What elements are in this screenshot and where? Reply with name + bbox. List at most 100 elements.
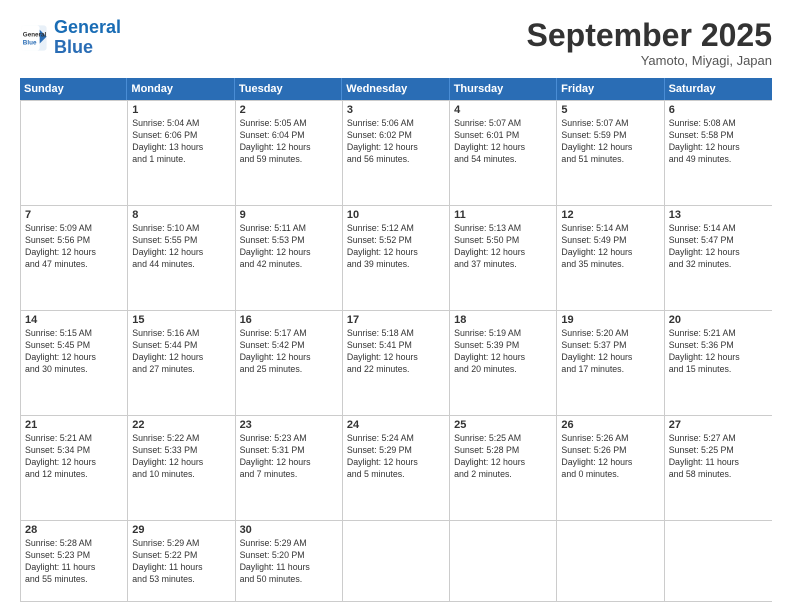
day-number: 27 xyxy=(669,419,768,431)
calendar: Sunday Monday Tuesday Wednesday Thursday… xyxy=(20,78,772,602)
day-info: Sunrise: 5:28 AM Sunset: 5:23 PM Dayligh… xyxy=(25,538,123,586)
day-number: 28 xyxy=(25,524,123,536)
calendar-cell-r4c7: 27 Sunrise: 5:27 AM Sunset: 5:25 PM Dayli… xyxy=(665,416,772,520)
day-info: Sunrise: 5:09 AM Sunset: 5:56 PM Dayligh… xyxy=(25,223,123,271)
day-info: Sunrise: 5:07 AM Sunset: 6:01 PM Dayligh… xyxy=(454,118,552,166)
day-number: 14 xyxy=(25,314,123,326)
day-number: 19 xyxy=(561,314,659,326)
day-number: 26 xyxy=(561,419,659,431)
calendar-cell-r4c5: 25 Sunrise: 5:25 AM Sunset: 5:28 PM Dayli… xyxy=(450,416,557,520)
day-number: 20 xyxy=(669,314,768,326)
calendar-row-5: 28 Sunrise: 5:28 AM Sunset: 5:23 PM Dayli… xyxy=(21,520,772,601)
day-number: 13 xyxy=(669,209,768,221)
calendar-cell-r5c7 xyxy=(665,521,772,601)
calendar-cell-r4c3: 23Sunrise: 5:23 AM Sunset: 5:31 PM Dayli… xyxy=(236,416,343,520)
day-info: Sunrise: 5:27 AM Sunset: 5:25 PM Dayligh… xyxy=(669,433,768,481)
calendar-cell-r2c1: 7 Sunrise: 5:09 AM Sunset: 5:56 PM Daylig… xyxy=(21,206,128,310)
day-info: Sunrise: 5:06 AM Sunset: 6:02 PM Dayligh… xyxy=(347,118,445,166)
day-info: Sunrise: 5:13 AM Sunset: 5:50 PM Dayligh… xyxy=(454,223,552,271)
calendar-cell-r2c2: 8 Sunrise: 5:10 AM Sunset: 5:55 PM Daylig… xyxy=(128,206,235,310)
calendar-cell-r4c1: 21 Sunrise: 5:21 AM Sunset: 5:34 PM Dayli… xyxy=(21,416,128,520)
header-wednesday: Wednesday xyxy=(342,78,449,100)
calendar-cell-r1c6: 5 Sunrise: 5:07 AM Sunset: 5:59 PM Daylig… xyxy=(557,101,664,205)
day-number: 3 xyxy=(347,104,445,116)
calendar-cell-r1c2: 1Sunrise: 5:04 AM Sunset: 6:06 PM Daylig… xyxy=(128,101,235,205)
calendar-cell-r3c3: 16 Sunrise: 5:17 AM Sunset: 5:42 PM Dayli… xyxy=(236,311,343,415)
calendar-row-3: 14 Sunrise: 5:15 AM Sunset: 5:45 PM Dayli… xyxy=(21,310,772,415)
calendar-cell-r3c6: 19 Sunrise: 5:20 AM Sunset: 5:37 PM Dayli… xyxy=(557,311,664,415)
day-info: Sunrise: 5:17 AM Sunset: 5:42 PM Dayligh… xyxy=(240,328,338,376)
day-info: Sunrise: 5:05 AM Sunset: 6:04 PM Dayligh… xyxy=(240,118,338,166)
svg-text:Blue: Blue xyxy=(23,39,37,46)
calendar-body: 1Sunrise: 5:04 AM Sunset: 6:06 PM Daylig… xyxy=(20,100,772,602)
location: Yamoto, Miyagi, Japan xyxy=(527,53,772,68)
logo-line2: Blue xyxy=(54,37,93,57)
day-info: Sunrise: 5:24 AM Sunset: 5:29 PM Dayligh… xyxy=(347,433,445,481)
day-info: Sunrise: 5:21 AM Sunset: 5:34 PM Dayligh… xyxy=(25,433,123,481)
day-info: Sunrise: 5:08 AM Sunset: 5:58 PM Dayligh… xyxy=(669,118,768,166)
header-friday: Friday xyxy=(557,78,664,100)
calendar-cell-r4c6: 26 Sunrise: 5:26 AM Sunset: 5:26 PM Dayli… xyxy=(557,416,664,520)
header-monday: Monday xyxy=(127,78,234,100)
day-info: Sunrise: 5:04 AM Sunset: 6:06 PM Dayligh… xyxy=(132,118,230,166)
day-number: 24 xyxy=(347,419,445,431)
calendar-row-1: 1Sunrise: 5:04 AM Sunset: 6:06 PM Daylig… xyxy=(21,100,772,205)
day-number: 5 xyxy=(561,104,659,116)
day-number: 11 xyxy=(454,209,552,221)
day-number: 7 xyxy=(25,209,123,221)
day-info: Sunrise: 5:29 AM Sunset: 5:22 PM Dayligh… xyxy=(132,538,230,586)
day-number: 8 xyxy=(132,209,230,221)
calendar-cell-r2c5: 11 Sunrise: 5:13 AM Sunset: 5:50 PM Dayli… xyxy=(450,206,557,310)
title-block: September 2025 Yamoto, Miyagi, Japan xyxy=(527,18,772,68)
calendar-cell-r3c2: 15 Sunrise: 5:16 AM Sunset: 5:44 PM Dayli… xyxy=(128,311,235,415)
calendar-cell-r2c6: 12Sunrise: 5:14 AM Sunset: 5:49 PM Dayli… xyxy=(557,206,664,310)
calendar-cell-r5c1: 28 Sunrise: 5:28 AM Sunset: 5:23 PM Dayli… xyxy=(21,521,128,601)
calendar-cell-r3c4: 17Sunrise: 5:18 AM Sunset: 5:41 PM Dayli… xyxy=(343,311,450,415)
calendar-cell-r3c5: 18Sunrise: 5:19 AM Sunset: 5:39 PM Dayli… xyxy=(450,311,557,415)
calendar-cell-r5c4 xyxy=(343,521,450,601)
header-tuesday: Tuesday xyxy=(235,78,342,100)
day-number: 12 xyxy=(561,209,659,221)
day-number: 29 xyxy=(132,524,230,536)
day-info: Sunrise: 5:23 AM Sunset: 5:31 PM Dayligh… xyxy=(240,433,338,481)
calendar-cell-r1c5: 4 Sunrise: 5:07 AM Sunset: 6:01 PM Daylig… xyxy=(450,101,557,205)
day-number: 21 xyxy=(25,419,123,431)
day-info: Sunrise: 5:07 AM Sunset: 5:59 PM Dayligh… xyxy=(561,118,659,166)
calendar-cell-r5c2: 29 Sunrise: 5:29 AM Sunset: 5:22 PM Dayli… xyxy=(128,521,235,601)
logo: General Blue General Blue xyxy=(20,18,121,58)
day-info: Sunrise: 5:25 AM Sunset: 5:28 PM Dayligh… xyxy=(454,433,552,481)
day-number: 15 xyxy=(132,314,230,326)
day-info: Sunrise: 5:21 AM Sunset: 5:36 PM Dayligh… xyxy=(669,328,768,376)
day-info: Sunrise: 5:10 AM Sunset: 5:55 PM Dayligh… xyxy=(132,223,230,271)
day-number: 22 xyxy=(132,419,230,431)
calendar-cell-r2c3: 9 Sunrise: 5:11 AM Sunset: 5:53 PM Daylig… xyxy=(236,206,343,310)
day-info: Sunrise: 5:22 AM Sunset: 5:33 PM Dayligh… xyxy=(132,433,230,481)
day-info: Sunrise: 5:11 AM Sunset: 5:53 PM Dayligh… xyxy=(240,223,338,271)
logo-icon: General Blue xyxy=(20,24,48,52)
calendar-cell-r5c6 xyxy=(557,521,664,601)
calendar-cell-r4c2: 22 Sunrise: 5:22 AM Sunset: 5:33 PM Dayli… xyxy=(128,416,235,520)
day-info: Sunrise: 5:29 AM Sunset: 5:20 PM Dayligh… xyxy=(240,538,338,586)
calendar-cell-r3c7: 20 Sunrise: 5:21 AM Sunset: 5:36 PM Dayli… xyxy=(665,311,772,415)
day-number: 25 xyxy=(454,419,552,431)
svg-text:General: General xyxy=(23,31,47,38)
day-info: Sunrise: 5:18 AM Sunset: 5:41 PM Dayligh… xyxy=(347,328,445,376)
calendar-cell-r1c3: 2Sunrise: 5:05 AM Sunset: 6:04 PM Daylig… xyxy=(236,101,343,205)
month-title: September 2025 xyxy=(527,18,772,53)
day-number: 18 xyxy=(454,314,552,326)
header-thursday: Thursday xyxy=(450,78,557,100)
calendar-cell-r4c4: 24 Sunrise: 5:24 AM Sunset: 5:29 PM Dayli… xyxy=(343,416,450,520)
day-number: 10 xyxy=(347,209,445,221)
logo-text: General Blue xyxy=(54,18,121,58)
calendar-cell-r5c5 xyxy=(450,521,557,601)
day-number: 9 xyxy=(240,209,338,221)
day-number: 16 xyxy=(240,314,338,326)
day-info: Sunrise: 5:26 AM Sunset: 5:26 PM Dayligh… xyxy=(561,433,659,481)
calendar-cell-r1c4: 3 Sunrise: 5:06 AM Sunset: 6:02 PM Daylig… xyxy=(343,101,450,205)
day-number: 30 xyxy=(240,524,338,536)
day-info: Sunrise: 5:15 AM Sunset: 5:45 PM Dayligh… xyxy=(25,328,123,376)
day-info: Sunrise: 5:20 AM Sunset: 5:37 PM Dayligh… xyxy=(561,328,659,376)
calendar-cell-r5c3: 30 Sunrise: 5:29 AM Sunset: 5:20 PM Dayli… xyxy=(236,521,343,601)
day-info: Sunrise: 5:16 AM Sunset: 5:44 PM Dayligh… xyxy=(132,328,230,376)
day-number: 4 xyxy=(454,104,552,116)
